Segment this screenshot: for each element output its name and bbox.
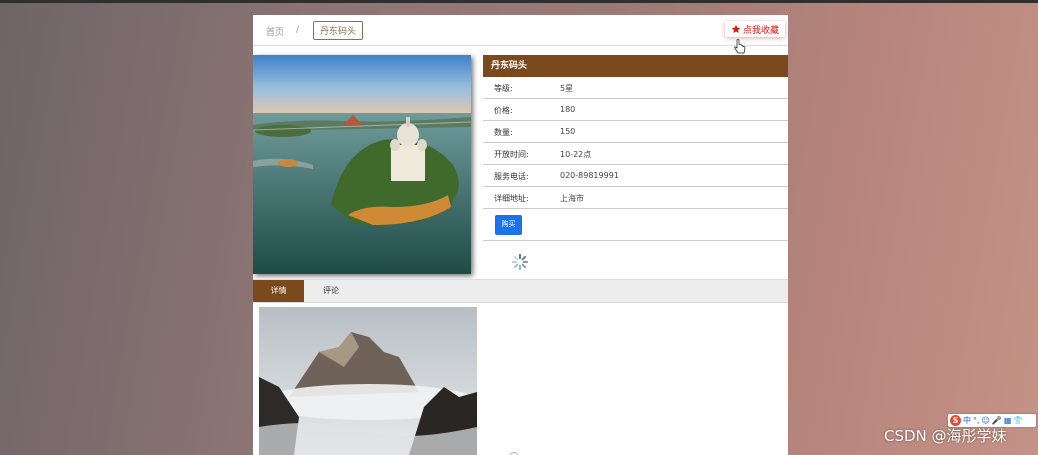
info-key: 开放时间: bbox=[494, 150, 529, 159]
attraction-info-panel: 丹东码头 等级: 5星 价格: 180 数量: 150 开放时间: 10-22点… bbox=[483, 55, 788, 241]
hand-cursor-icon bbox=[734, 39, 746, 54]
keyboard-icon[interactable]: ▦ bbox=[1004, 416, 1012, 425]
buy-button[interactable]: 购买 bbox=[495, 215, 522, 235]
favorite-label: 点我收藏 bbox=[742, 25, 779, 36]
breadcrumb-separator: / bbox=[296, 25, 300, 35]
info-key: 服务电话: bbox=[494, 172, 529, 181]
info-value: 150 bbox=[560, 127, 576, 136]
favorite-button[interactable]: 点我收藏 bbox=[725, 21, 785, 37]
attraction-title: 丹东码头 bbox=[483, 55, 788, 77]
breadcrumb-home[interactable]: 首页 bbox=[266, 25, 284, 38]
csdn-watermark: CSDN @海彤学妹 bbox=[884, 427, 1007, 445]
info-row-price: 价格: 180 bbox=[483, 99, 788, 121]
info-key: 详细地址: bbox=[494, 194, 529, 203]
tab-comments[interactable]: 评论 bbox=[313, 280, 349, 302]
info-row-quantity: 数量: 150 bbox=[483, 121, 788, 143]
info-row-phone: 服务电话: 020-89819991 bbox=[483, 165, 788, 187]
star-icon bbox=[731, 24, 741, 33]
window-top-edge bbox=[0, 0, 1038, 3]
info-value: 5星 bbox=[560, 84, 574, 93]
info-value: 10-22点 bbox=[560, 150, 592, 159]
info-row-level: 等级: 5星 bbox=[483, 77, 788, 99]
info-value: 上海市 bbox=[560, 194, 584, 203]
loading-spinner-icon bbox=[511, 253, 529, 271]
attraction-detail-page: 首页 / 丹东码头 点我收藏 丹东码头 等级: 5星 价格: 180 数量: 1… bbox=[253, 15, 788, 455]
punctuation-icon[interactable]: °, bbox=[973, 416, 980, 425]
detail-image bbox=[259, 307, 477, 455]
info-row-address: 详细地址: 上海市 bbox=[483, 187, 788, 209]
buy-area: 购买 bbox=[483, 209, 788, 241]
info-key: 等级: bbox=[494, 84, 513, 93]
detail-tabs: 详情 评论 bbox=[253, 279, 788, 303]
breadcrumb-current[interactable]: 丹东码头 bbox=[313, 21, 364, 40]
skin-icon[interactable]: 👕 bbox=[1013, 416, 1023, 425]
microphone-icon[interactable]: 🎤 bbox=[992, 416, 1002, 425]
page-header: 首页 / 丹东码头 点我收藏 bbox=[253, 15, 788, 46]
emoji-icon[interactable]: ☺ bbox=[982, 416, 990, 425]
info-value: 180 bbox=[560, 105, 576, 114]
info-row-open-hours: 开放时间: 10-22点 bbox=[483, 143, 788, 165]
info-value: 020-89819991 bbox=[560, 171, 619, 180]
attraction-main-image bbox=[253, 55, 471, 274]
info-key: 数量: bbox=[494, 128, 513, 137]
info-key: 价格: bbox=[494, 106, 513, 115]
tab-details[interactable]: 详情 bbox=[253, 280, 304, 302]
